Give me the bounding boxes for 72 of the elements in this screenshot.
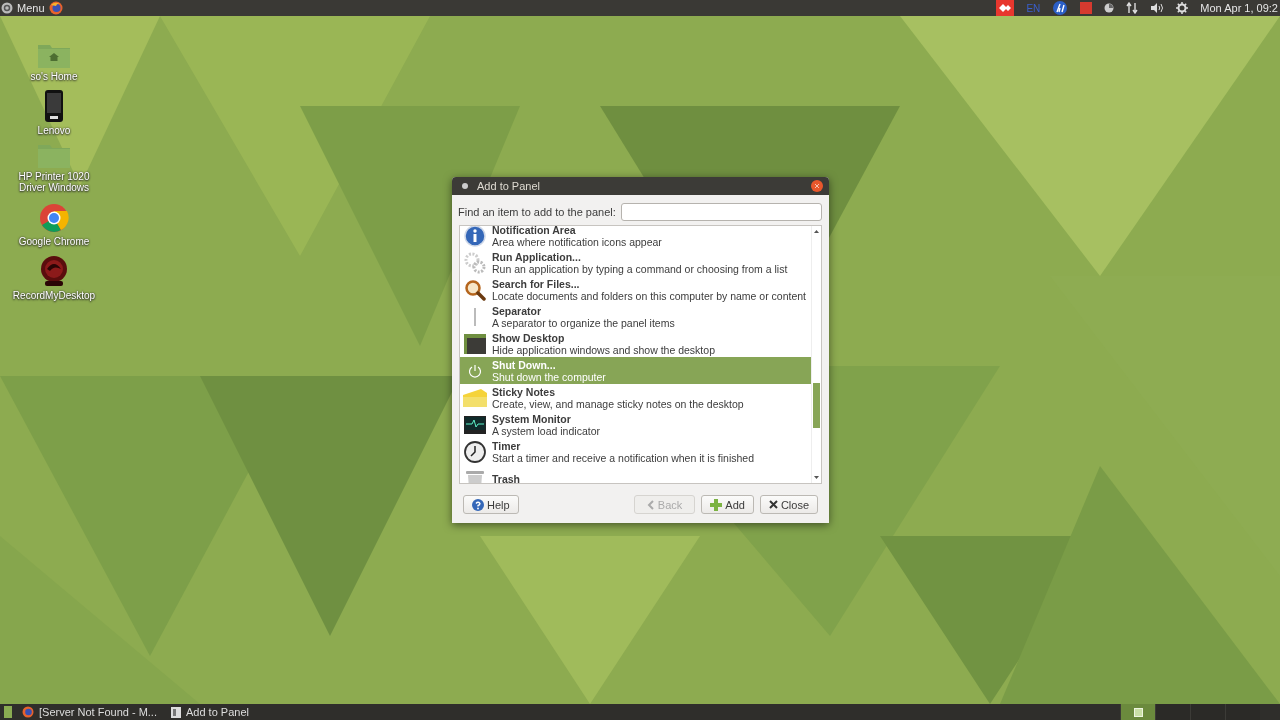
firefox-icon [22, 706, 34, 718]
scrollbar-thumb[interactable] [813, 383, 820, 428]
item-description: Locate documents and folders on this computer by name or content [492, 289, 806, 302]
list-item[interactable]: Timer Start a timer and receive a notification when it is finished [460, 438, 811, 465]
list-item[interactable]: Show Desktop Hide application windows and show the desktop [460, 330, 811, 357]
list-item[interactable]: Sticky Notes Create, view, and manage sticky notes on the desktop [460, 384, 811, 411]
power-icon [468, 363, 482, 378]
dialog-button[interactable]: Help [463, 495, 519, 514]
taskbar-button[interactable]: [Server Not Found - M... [18, 704, 167, 720]
update-icon[interactable] [1104, 3, 1115, 13]
item-title: Show Desktop [492, 331, 566, 344]
item-title: Trash [492, 472, 520, 483]
list-item[interactable]: Notification Area Area where notification icons appear [460, 226, 811, 249]
diamond-arrow-icon[interactable] [998, 3, 1013, 13]
window-icon [171, 706, 181, 718]
scroll-up-icon[interactable] [813, 228, 820, 235]
sticky-note-icon [463, 388, 487, 407]
stop-icon[interactable] [1080, 2, 1093, 14]
clock-icon [464, 440, 486, 463]
dialog-button[interactable]: Add [701, 495, 754, 514]
item-title: Shut Down... [492, 358, 557, 371]
settings-icon[interactable] [1176, 2, 1189, 14]
dialog-button[interactable]: Close [759, 495, 818, 514]
monitor-graph-icon [464, 415, 486, 434]
search-label: Find an item to add to the panel: [458, 206, 616, 218]
volume-icon[interactable] [1150, 2, 1165, 14]
list-item[interactable]: System Monitor A system load indicator [460, 411, 811, 438]
item-description: Run an application by typing a command or choosing from a list [492, 262, 788, 275]
item-description: Shut down the computer [492, 370, 606, 383]
gears-icon [464, 251, 486, 274]
workspace-window-icon [1133, 707, 1143, 717]
item-title: Search for Files... [492, 277, 581, 290]
list-item[interactable]: Run Application... Run an application by typing a command or choosing from a list [460, 249, 811, 276]
network-arrows-icon[interactable] [1126, 2, 1139, 14]
help-icon [472, 498, 484, 511]
item-description: Create, view, and manage sticky notes on the desktop [492, 397, 744, 410]
plus-icon [710, 498, 723, 511]
scrollbar[interactable] [811, 226, 821, 483]
firefox-icon[interactable] [48, 1, 63, 15]
workspace-button[interactable] [1120, 704, 1155, 720]
camera-reel-icon[interactable] [38, 255, 70, 287]
separator-line-icon [474, 307, 476, 326]
scroll-down-icon[interactable] [813, 474, 820, 481]
phone-icon[interactable] [45, 90, 63, 122]
close-icon[interactable] [811, 180, 823, 192]
item-description: A system load indicator [492, 424, 600, 437]
close-icon [768, 500, 778, 509]
item-title: Timer [492, 439, 522, 452]
item-title: Sticky Notes [492, 385, 557, 398]
window-menu-icon[interactable] [462, 183, 468, 189]
search-field[interactable] [620, 203, 822, 221]
hp-logo-icon[interactable] [1052, 1, 1069, 15]
item-description: Start a timer and receive a notification when it is finished [492, 451, 755, 464]
list-item[interactable]: Trash [460, 465, 811, 483]
clock-text[interactable]: Mon Apr 1, 09:2 [1200, 2, 1278, 14]
item-title: System Monitor [492, 412, 572, 425]
list-item[interactable]: Search for Files... Locate documents and folders on this computer by name or content [460, 276, 811, 303]
taskbar-button[interactable]: Add to Panel [167, 704, 259, 720]
chrome-icon[interactable] [39, 203, 69, 233]
item-title: Run Application... [492, 250, 582, 263]
item-title: Separator [492, 304, 543, 317]
menu-button[interactable]: Menu [0, 2, 49, 14]
item-description: Hide application windows and show the desktop [492, 343, 715, 356]
chevron-left-icon [646, 499, 655, 510]
search-icon [464, 278, 486, 301]
desktop-window-icon [464, 333, 486, 354]
menu-icon [1, 2, 13, 14]
list-item[interactable]: Separator A separator to organize the panel items [460, 303, 811, 330]
window-title: Add to Panel [477, 180, 541, 192]
item-description: A separator to organize the panel items [492, 316, 675, 329]
item-description: Area where notification icons appear [492, 235, 662, 248]
item-title: Notification Area [492, 226, 577, 236]
